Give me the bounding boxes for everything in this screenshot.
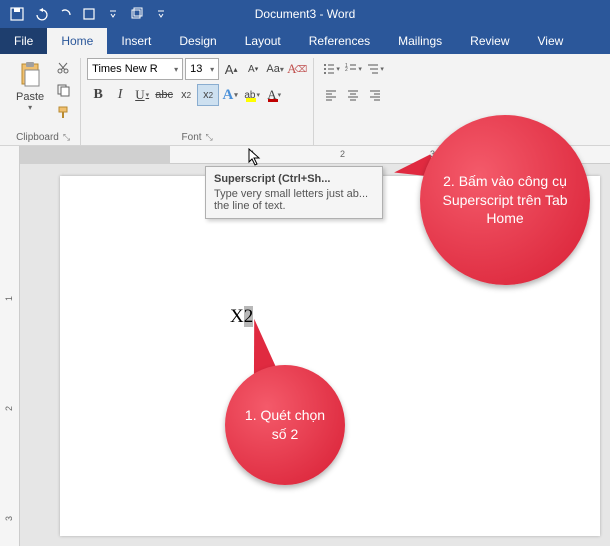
- ribbon-tabs: File Home Insert Design Layout Reference…: [0, 28, 610, 54]
- quick-access-toolbar: [6, 3, 172, 25]
- qat-customize-icon[interactable]: [102, 3, 124, 25]
- highlight-button[interactable]: ab▾: [241, 84, 263, 106]
- font-size-combo[interactable]: 13▾: [185, 58, 219, 80]
- font-group-label: Font: [182, 132, 202, 143]
- tab-review[interactable]: Review: [456, 28, 523, 54]
- bullets-button[interactable]: ▾: [320, 58, 342, 80]
- align-left-button[interactable]: [320, 84, 342, 106]
- tab-insert[interactable]: Insert: [107, 28, 165, 54]
- copy-button[interactable]: [52, 80, 74, 100]
- save-icon[interactable]: [6, 3, 28, 25]
- tab-references[interactable]: References: [295, 28, 384, 54]
- underline-button[interactable]: U▾: [131, 84, 153, 106]
- strikethrough-button[interactable]: abc: [153, 84, 175, 106]
- subscript-button[interactable]: x2: [175, 84, 197, 106]
- multilevel-button[interactable]: ▾: [364, 58, 386, 80]
- group-paragraph: ▾ 12▾ ▾: [314, 58, 392, 145]
- grow-font-button[interactable]: A▴: [221, 58, 241, 80]
- vertical-ruler[interactable]: 1 2 3: [0, 146, 20, 546]
- cut-button[interactable]: [52, 58, 74, 78]
- align-right-button[interactable]: [364, 84, 386, 106]
- undo-icon[interactable]: [30, 3, 52, 25]
- clear-formatting-button[interactable]: A⌫: [287, 58, 307, 80]
- font-color-button[interactable]: A▾: [263, 84, 285, 106]
- change-case-button[interactable]: Aa▾: [265, 58, 285, 80]
- font-name-combo[interactable]: Times New R▾: [87, 58, 183, 80]
- tab-file[interactable]: File: [0, 28, 47, 54]
- callout-1: 2. Bấm vào công cụ Superscript trên Tab …: [420, 115, 590, 285]
- align-center-button[interactable]: [342, 84, 364, 106]
- superscript-button[interactable]: x2: [197, 84, 219, 106]
- clipboard-label: Clipboard: [16, 132, 59, 143]
- tooltip-body: Type very small letters just ab... the l…: [214, 188, 374, 212]
- bold-button[interactable]: B: [87, 84, 109, 106]
- tab-view[interactable]: View: [524, 28, 578, 54]
- document-title: Document3 - Word: [255, 7, 355, 21]
- format-painter-button[interactable]: [52, 102, 74, 122]
- redo-icon[interactable]: [54, 3, 76, 25]
- group-clipboard: Paste ▾ Clipboard ⤡: [6, 58, 81, 145]
- paste-label: Paste: [16, 91, 44, 103]
- qat-dropdown-icon[interactable]: [150, 3, 172, 25]
- paste-button[interactable]: Paste ▾: [12, 58, 48, 122]
- tab-mailings[interactable]: Mailings: [384, 28, 456, 54]
- shrink-font-button[interactable]: A▾: [243, 58, 263, 80]
- clipboard-dialog-launcher[interactable]: ⤡: [63, 132, 70, 143]
- qat-extra-icon[interactable]: [126, 3, 148, 25]
- text-effects-button[interactable]: A▾: [219, 84, 241, 106]
- italic-button[interactable]: I: [109, 84, 131, 106]
- font-dialog-launcher[interactable]: ⤡: [206, 132, 213, 143]
- superscript-tooltip: Superscript (Ctrl+Sh... Type very small …: [205, 166, 383, 219]
- numbering-button[interactable]: 12▾: [342, 58, 364, 80]
- tab-design[interactable]: Design: [165, 28, 230, 54]
- title-bar: Document3 - Word: [0, 0, 610, 28]
- tooltip-title: Superscript (Ctrl+Sh...: [214, 173, 374, 185]
- group-font: Times New R▾ 13▾ A▴ A▾ Aa▾ A⌫ B I U▾ abc…: [81, 58, 314, 145]
- svg-text:2: 2: [345, 67, 348, 73]
- tab-home[interactable]: Home: [47, 28, 107, 54]
- paste-icon: [16, 60, 44, 91]
- callout-2: 1. Quét chọn số 2: [225, 365, 345, 485]
- qat-icon[interactable]: [78, 3, 100, 25]
- tab-layout[interactable]: Layout: [231, 28, 295, 54]
